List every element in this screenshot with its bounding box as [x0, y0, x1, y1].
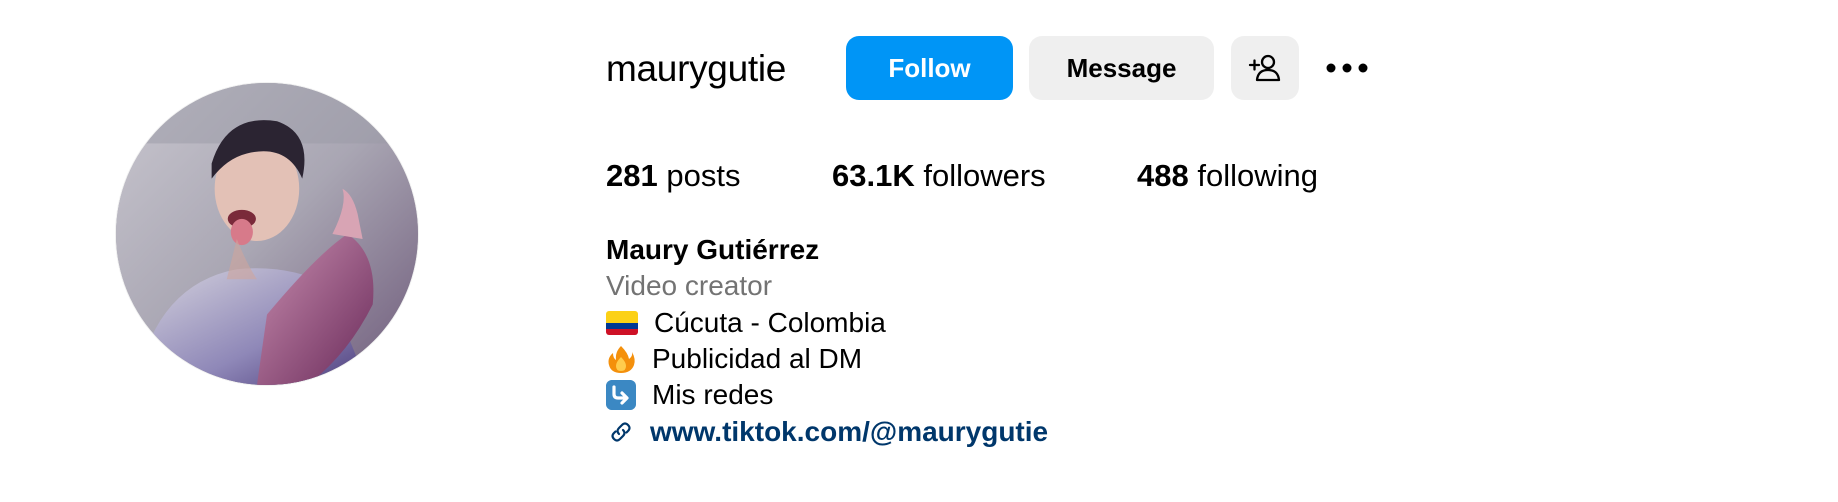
more-options-button[interactable] — [1318, 44, 1376, 92]
following-count: 488 — [1137, 158, 1189, 193]
followers-stat[interactable]: 63.1K followers — [832, 156, 1046, 196]
bio-line-text: Publicidad al DM — [652, 343, 863, 375]
bio-line-ads: Publicidad al DM — [606, 341, 1048, 377]
profile-bio: Maury Gutiérrez Video creator Cúcuta - C… — [606, 232, 1048, 450]
bio-line-networks: Mis redes — [606, 377, 1048, 413]
bio-line-text: Cúcuta - Colombia — [654, 306, 886, 338]
add-user-icon — [1248, 54, 1281, 82]
external-link[interactable]: www.tiktok.com/@maurygutie — [606, 413, 1048, 449]
profile-username: maurygutie — [606, 48, 787, 89]
following-label: following — [1197, 158, 1318, 193]
bio-line-location: Cúcuta - Colombia — [606, 305, 1048, 341]
external-link-text[interactable]: www.tiktok.com/@maurygutie — [650, 414, 1048, 450]
message-button[interactable]: Message — [1029, 36, 1214, 100]
more-options-icon — [1326, 63, 1368, 73]
posts-stat: 281 posts — [606, 156, 740, 196]
profile-full-name: Maury Gutiérrez — [606, 234, 820, 266]
profile-category: Video creator — [606, 270, 773, 302]
posts-count: 281 — [606, 158, 658, 193]
fire-icon — [608, 346, 635, 374]
following-stat[interactable]: 488 following — [1137, 156, 1318, 196]
posts-label: posts — [666, 158, 741, 193]
suggested-accounts-button[interactable] — [1231, 36, 1299, 100]
profile-avatar[interactable] — [116, 83, 418, 385]
profile-photo — [116, 83, 418, 385]
link-icon — [611, 422, 631, 442]
followers-count: 63.1K — [832, 158, 915, 193]
bio-line-text: Mis redes — [652, 379, 774, 411]
followers-label: followers — [923, 158, 1046, 193]
follow-button[interactable]: Follow — [846, 36, 1013, 100]
arrow-down-right-icon — [606, 380, 636, 411]
colombia-flag-icon — [606, 310, 638, 335]
